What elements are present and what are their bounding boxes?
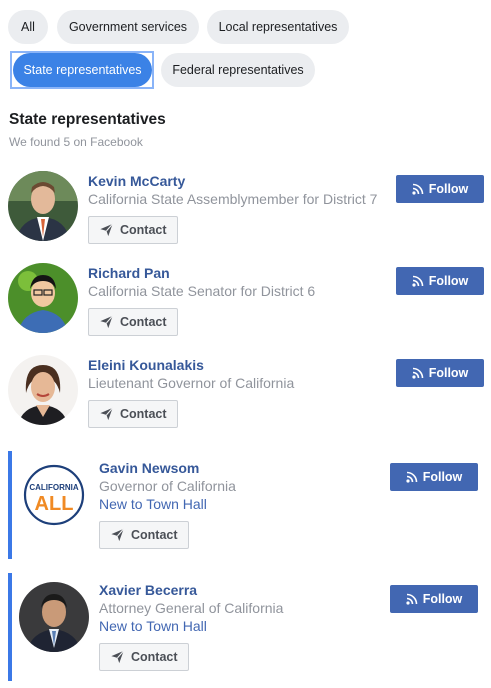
representative-item-new: CALIFORNIA ALL Gavin Newsom Governor of … bbox=[0, 451, 491, 559]
avatar[interactable] bbox=[19, 582, 89, 652]
rss-icon bbox=[412, 275, 424, 287]
representative-item: Eleini Kounalakis Lieutenant Governor of… bbox=[0, 354, 491, 434]
rep-title: Attorney General of California bbox=[99, 600, 284, 616]
rep-title: California State Assemblymember for Dist… bbox=[88, 191, 378, 207]
contact-button[interactable]: Contact bbox=[99, 643, 189, 671]
send-icon bbox=[100, 315, 114, 329]
chip-all[interactable]: All bbox=[8, 10, 48, 44]
rss-icon bbox=[406, 471, 418, 483]
follow-label: Follow bbox=[428, 366, 469, 380]
avatar[interactable] bbox=[8, 171, 78, 241]
chip-federal-representatives[interactable]: Federal representatives bbox=[161, 53, 315, 87]
california-all-logo: CALIFORNIA ALL bbox=[19, 460, 89, 530]
contact-label: Contact bbox=[131, 650, 178, 664]
rss-icon bbox=[412, 183, 424, 195]
follow-label: Follow bbox=[428, 182, 469, 196]
contact-label: Contact bbox=[120, 223, 167, 237]
new-to-town-hall-label: New to Town Hall bbox=[99, 618, 207, 634]
rep-name[interactable]: Eleini Kounalakis bbox=[88, 357, 204, 373]
chip-state-representatives[interactable]: State representatives bbox=[13, 53, 152, 87]
representative-item-new: Xavier Becerra Attorney General of Calif… bbox=[0, 573, 491, 681]
highlight-bar bbox=[8, 573, 12, 681]
contact-label: Contact bbox=[120, 407, 167, 421]
send-icon bbox=[100, 223, 114, 237]
avatar[interactable] bbox=[8, 355, 78, 425]
representative-item: Kevin McCarty California State Assemblym… bbox=[0, 170, 491, 250]
contact-button[interactable]: Contact bbox=[88, 308, 178, 336]
svg-text:ALL: ALL bbox=[35, 493, 74, 515]
follow-button[interactable]: Follow bbox=[390, 463, 478, 491]
rep-name[interactable]: Kevin McCarty bbox=[88, 173, 185, 189]
follow-button[interactable]: Follow bbox=[390, 585, 478, 613]
rep-name[interactable]: Richard Pan bbox=[88, 265, 170, 281]
avatar[interactable]: CALIFORNIA ALL bbox=[19, 460, 89, 530]
send-icon bbox=[100, 407, 114, 421]
follow-button[interactable]: Follow bbox=[396, 359, 484, 387]
highlight-bar bbox=[8, 451, 12, 559]
avatar[interactable] bbox=[8, 263, 78, 333]
rep-title: Lieutenant Governor of California bbox=[88, 375, 295, 391]
chip-government-services[interactable]: Government services bbox=[57, 10, 199, 44]
contact-button[interactable]: Contact bbox=[88, 216, 178, 244]
rep-title: California State Senator for District 6 bbox=[88, 283, 316, 299]
new-to-town-hall-label: New to Town Hall bbox=[99, 496, 207, 512]
svg-text:CALIFORNIA: CALIFORNIA bbox=[29, 483, 79, 492]
section-title: State representatives bbox=[9, 111, 166, 128]
contact-button[interactable]: Contact bbox=[99, 521, 189, 549]
rss-icon bbox=[406, 593, 418, 605]
follow-label: Follow bbox=[422, 592, 463, 606]
contact-button[interactable]: Contact bbox=[88, 400, 178, 428]
follow-label: Follow bbox=[428, 274, 469, 288]
representative-item: Richard Pan California State Senator for… bbox=[0, 262, 491, 342]
send-icon bbox=[111, 528, 125, 542]
section-subtitle: We found 5 on Facebook bbox=[9, 135, 143, 149]
rep-title: Governor of California bbox=[99, 478, 236, 494]
rss-icon bbox=[412, 367, 424, 379]
follow-button[interactable]: Follow bbox=[396, 267, 484, 295]
follow-label: Follow bbox=[422, 470, 463, 484]
rep-name[interactable]: Xavier Becerra bbox=[99, 582, 197, 598]
contact-label: Contact bbox=[120, 315, 167, 329]
follow-button[interactable]: Follow bbox=[396, 175, 484, 203]
chip-local-representatives[interactable]: Local representatives bbox=[207, 10, 349, 44]
contact-label: Contact bbox=[131, 528, 178, 542]
rep-name[interactable]: Gavin Newsom bbox=[99, 460, 199, 476]
send-icon bbox=[111, 650, 125, 664]
